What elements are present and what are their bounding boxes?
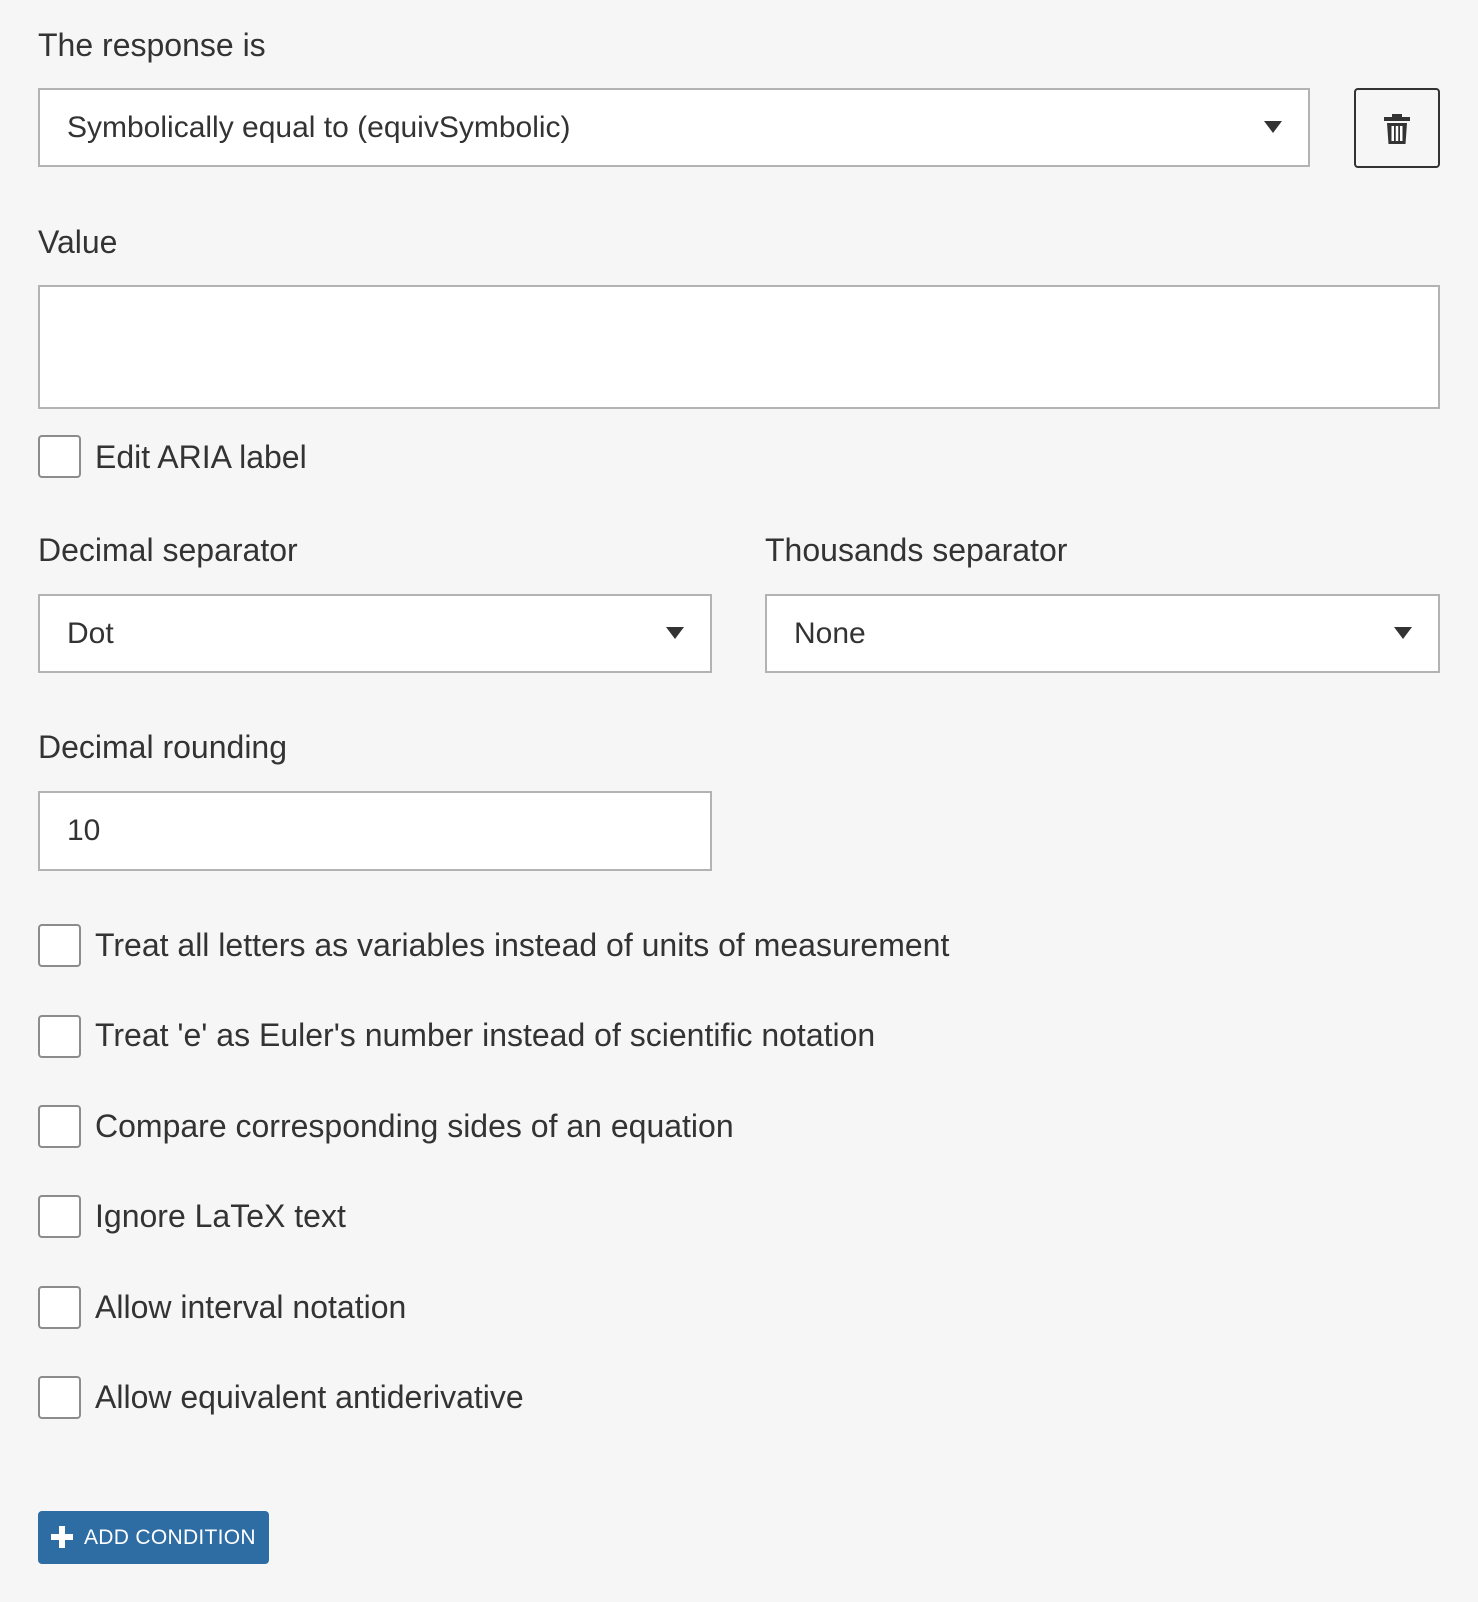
edit-aria-label-checkbox[interactable] xyxy=(38,435,81,478)
decimal-rounding-input[interactable]: 10 xyxy=(38,791,712,871)
option-label-interval-notation: Allow interval notation xyxy=(95,1289,407,1325)
option-checkbox-euler-number[interactable] xyxy=(38,1015,81,1058)
trash-icon xyxy=(1384,114,1410,144)
response-type-value: Symbolically equal to (equivSymbolic) xyxy=(67,110,571,144)
edit-aria-label-text: Edit ARIA label xyxy=(95,439,307,475)
response-type-select[interactable]: Symbolically equal to (equivSymbolic) xyxy=(38,88,1310,167)
option-checkbox-ignore-latex[interactable] xyxy=(38,1195,81,1238)
option-label-equivalent-antiderivative: Allow equivalent antiderivative xyxy=(95,1379,524,1415)
thousands-separator-label: Thousands separator xyxy=(765,532,1068,568)
option-label-letters-as-variables: Treat all letters as variables instead o… xyxy=(95,927,950,963)
option-checkbox-equivalent-antiderivative[interactable] xyxy=(38,1376,81,1419)
response-label: The response is xyxy=(38,27,266,63)
decimal-separator-select[interactable]: Dot xyxy=(38,594,712,673)
thousands-separator-value: None xyxy=(794,616,866,650)
plus-icon xyxy=(51,1526,73,1548)
thousands-separator-select[interactable]: None xyxy=(765,594,1440,673)
decimal-rounding-value: 10 xyxy=(67,814,101,847)
option-label-compare-sides: Compare corresponding sides of an equati… xyxy=(95,1108,734,1144)
add-condition-label: ADD CONDITION xyxy=(84,1525,256,1549)
option-checkbox-letters-as-variables[interactable] xyxy=(38,924,81,967)
option-label-euler-number: Treat 'e' as Euler's number instead of s… xyxy=(95,1017,876,1053)
decimal-rounding-label: Decimal rounding xyxy=(38,729,288,765)
chevron-down-icon xyxy=(1264,120,1282,133)
option-checkbox-compare-sides[interactable] xyxy=(38,1105,81,1148)
chevron-down-icon xyxy=(666,626,684,639)
add-condition-button[interactable]: ADD CONDITION xyxy=(38,1511,269,1564)
decimal-separator-value: Dot xyxy=(67,616,114,650)
decimal-separator-label: Decimal separator xyxy=(38,532,298,568)
value-label: Value xyxy=(38,224,118,260)
value-input[interactable] xyxy=(38,285,1440,409)
delete-condition-button[interactable] xyxy=(1354,88,1440,168)
option-label-ignore-latex: Ignore LaTeX text xyxy=(95,1198,346,1234)
chevron-down-icon xyxy=(1394,626,1412,639)
option-checkbox-interval-notation[interactable] xyxy=(38,1286,81,1329)
